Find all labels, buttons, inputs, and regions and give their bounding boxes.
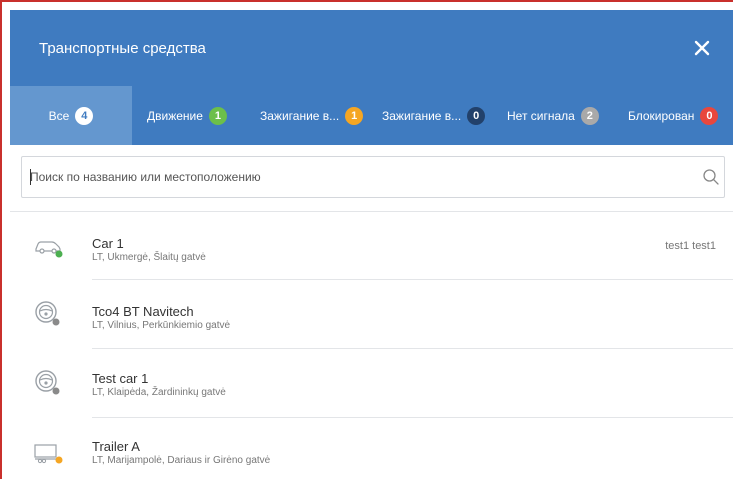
close-button[interactable] [690,36,714,60]
tab-label: Блокирован [628,108,695,123]
vehicle-name: Car 1 [92,236,124,251]
tab-count-badge: 1 [208,106,227,125]
vehicle-list-item[interactable]: Test car 1 LT, Klaipėda, Žardininkų gatv… [10,349,733,416]
close-icon [694,40,710,56]
panel-header: Транспортные средства [10,10,733,86]
vehicle-address: LT, Klaipėda, Žardininkų gatvė [92,387,226,398]
tab-count-badge: 4 [75,106,94,125]
search-icon[interactable] [702,168,720,186]
tab-count-badge: 0 [700,106,719,125]
vehicle-list-item[interactable]: Tco4 BT Navitech LT, Vilnius, Perkūnkiem… [10,280,733,347]
tab-blocked[interactable]: Блокирован 0 [628,86,719,145]
app-frame: Транспортные средства Все 4 Движение 1 З… [0,0,733,479]
tab-ignition-on[interactable]: Зажигание в... 1 [260,86,364,145]
tab-ignition-off[interactable]: Зажигание в... 0 [382,86,486,145]
vehicle-name: Test car 1 [92,371,149,386]
tab-count-badge: 0 [467,106,486,125]
car-icon [35,241,63,258]
panel-title: Транспортные средства [39,40,206,57]
tab-count-badge: 1 [345,106,364,125]
tab-label: Движение [147,108,203,123]
vehicle-list-item[interactable]: Trailer A LT, Marijampolė, Dariaus ir Gi… [10,418,733,479]
search-input[interactable] [30,157,690,197]
text-caret [30,169,31,185]
vehicle-address: LT, Marijampolė, Dariaus ir Girėno gatvė [92,455,271,466]
tab-label: Зажигание в... [382,108,462,123]
tab-all[interactable]: Все 4 [10,86,132,145]
vehicle-driver: test1 test1 [665,240,716,252]
steering-wheel-icon [35,301,60,326]
filter-tabs: Все 4 Движение 1 Зажигание в... 1 Зажига… [10,86,733,145]
tab-label: Все [48,108,70,123]
search-box [21,156,725,198]
vehicles-panel: Транспортные средства Все 4 Движение 1 З… [10,10,733,479]
tab-moving[interactable]: Движение 1 [147,86,227,145]
vehicle-name: Tco4 BT Navitech [92,304,194,319]
tab-label: Нет сигнала [507,108,575,123]
vehicle-address: LT, Vilnius, Perkūnkiemio gatvė [92,320,231,331]
tab-count-badge: 2 [580,106,599,125]
vehicle-address: LT, Ukmergė, Šlaitų gatvė [92,252,206,263]
tab-label: Зажигание в... [260,108,340,123]
steering-wheel-icon [35,370,60,395]
vehicle-name: Trailer A [92,439,140,454]
vehicle-list-item[interactable]: Car 1 LT, Ukmergė, Šlaitų gatvė test1 te… [10,212,733,279]
tab-no-signal[interactable]: Нет сигнала 2 [507,86,599,145]
trailer-icon [34,444,63,464]
